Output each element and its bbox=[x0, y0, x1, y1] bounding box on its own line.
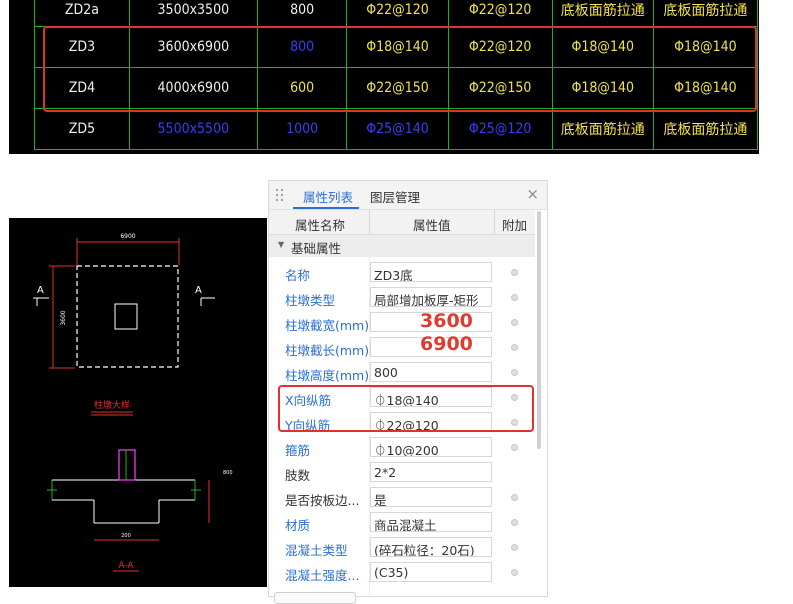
annotation-length-value: 6900 bbox=[420, 333, 473, 355]
property-value-input[interactable]: ZD3底 bbox=[370, 262, 492, 282]
table-cell: 底板面筋拉通 bbox=[551, 108, 654, 150]
table-cell: 3500x3500 bbox=[128, 0, 258, 27]
table-cell: 底板面筋拉通 bbox=[652, 108, 759, 150]
dim-top-label: 6900 bbox=[120, 233, 135, 240]
panel-tab-bar: 属性列表 图层管理 × bbox=[269, 181, 547, 210]
header-name: 属性名称 bbox=[295, 218, 346, 233]
section-title: A-A bbox=[118, 561, 134, 571]
section-mark-a-left: A bbox=[37, 285, 44, 296]
property-value-input[interactable]: (C35) bbox=[370, 562, 492, 582]
property-name: 材质 bbox=[285, 518, 311, 533]
extra-checkbox[interactable] bbox=[511, 494, 518, 501]
tab-layers[interactable]: 图层管理 bbox=[370, 187, 420, 206]
table-cell: ZD2a bbox=[34, 0, 130, 27]
extra-checkbox[interactable] bbox=[511, 319, 518, 326]
extra-checkbox[interactable] bbox=[511, 544, 518, 551]
cad-table-view: ZD2a 3500x3500 800 Φ22@120 Φ22@120 底板面筋拉… bbox=[9, 0, 759, 154]
property-value-input[interactable]: (碎石粒径：20石) bbox=[370, 537, 492, 557]
extra-checkbox[interactable] bbox=[511, 269, 518, 276]
section-mark-a-right: A bbox=[195, 285, 202, 296]
property-row: 柱墩高度(mm) 800 bbox=[269, 360, 535, 385]
dim-bottom-label: 200 bbox=[121, 533, 131, 539]
extra-checkbox[interactable] bbox=[511, 369, 518, 376]
property-row: 肢数 2*2 bbox=[269, 460, 535, 485]
extra-checkbox[interactable] bbox=[511, 519, 518, 526]
active-tab-indicator bbox=[293, 207, 359, 209]
extra-checkbox[interactable] bbox=[511, 444, 518, 451]
footer-button[interactable] bbox=[274, 592, 356, 604]
cad-detail-drawing: 6900 3600 A A 柱墩大样 800 200 A-A bbox=[9, 218, 267, 587]
header-extra: 附加 bbox=[502, 218, 528, 233]
property-name: 是否按板边... bbox=[285, 493, 360, 508]
property-name: 混凝土强度... bbox=[285, 568, 360, 583]
property-table-header: 属性名称 属性值 附加 bbox=[269, 210, 535, 235]
property-value-input[interactable]: 商品混凝土 bbox=[370, 512, 492, 532]
dim-right-label: 800 bbox=[223, 470, 233, 476]
property-name: 柱墩截长(mm) bbox=[285, 343, 370, 358]
property-value-input[interactable]: 局部增加板厚-矩形 bbox=[370, 287, 492, 307]
extra-checkbox[interactable] bbox=[511, 344, 518, 351]
table-cell: Φ25@120 bbox=[447, 108, 553, 150]
property-name: 名称 bbox=[285, 268, 311, 283]
property-group-basic[interactable]: ▼ 基础属性 bbox=[269, 235, 535, 257]
extra-checkbox[interactable] bbox=[511, 294, 518, 301]
header-value: 属性值 bbox=[413, 218, 451, 233]
property-row: 材质 商品混凝土 bbox=[269, 510, 535, 535]
table-cell: Φ25@140 bbox=[346, 108, 449, 150]
plan-title: 柱墩大样 bbox=[94, 399, 130, 411]
collapse-triangle-icon[interactable]: ▼ bbox=[278, 240, 284, 249]
property-value-input[interactable]: ⏀10@200 bbox=[370, 437, 492, 457]
property-row: 柱墩类型 局部增加板厚-矩形 bbox=[269, 285, 535, 310]
property-name: 柱墩类型 bbox=[285, 293, 336, 308]
property-row: 混凝土强度... (C35) bbox=[269, 560, 535, 585]
dim-left-label: 3600 bbox=[60, 310, 67, 325]
extra-checkbox[interactable] bbox=[511, 569, 518, 576]
table-row: ZD2a 3500x3500 800 Φ22@120 Φ22@120 底板面筋拉… bbox=[34, 0, 759, 27]
highlight-box-rebar bbox=[278, 385, 534, 432]
table-cell: 底板面筋拉通 bbox=[652, 0, 759, 27]
table-row: ZD5 5500x5500 1000 Φ25@140 Φ25@120 底板面筋拉… bbox=[34, 108, 759, 150]
property-row: 混凝土类型 (碎石粒径：20石) bbox=[269, 535, 535, 560]
table-cell: 5500x5500 bbox=[128, 108, 258, 150]
tab-properties[interactable]: 属性列表 bbox=[303, 187, 353, 206]
highlight-box-rows bbox=[43, 26, 757, 112]
property-name: 箍筋 bbox=[285, 443, 311, 458]
drag-handle-icon[interactable] bbox=[275, 187, 285, 203]
property-value-input[interactable]: 800 bbox=[370, 362, 492, 382]
table-cell: 1000 bbox=[256, 108, 348, 150]
table-cell: 底板面筋拉通 bbox=[551, 0, 654, 27]
detail-drawing-svg: 6900 3600 A A 柱墩大样 800 200 A-A bbox=[33, 233, 233, 572]
property-row: 柱墩截长(mm) bbox=[269, 335, 535, 360]
table-cell: Φ22@120 bbox=[447, 0, 553, 27]
property-name: 柱墩高度(mm) bbox=[285, 368, 370, 383]
annotation-width-value: 3600 bbox=[420, 310, 473, 332]
property-row: 箍筋 ⏀10@200 bbox=[269, 435, 535, 460]
property-row: 是否按板边... 是 bbox=[269, 485, 535, 510]
property-name: 混凝土类型 bbox=[285, 543, 348, 558]
property-name: 柱墩截宽(mm) bbox=[285, 318, 370, 333]
property-value-input[interactable]: 是 bbox=[370, 487, 492, 507]
group-label: 基础属性 bbox=[291, 241, 342, 256]
panel-scrollbar[interactable] bbox=[537, 211, 541, 449]
property-row: 名称 ZD3底 bbox=[269, 260, 535, 285]
table-cell: Φ22@120 bbox=[346, 0, 449, 27]
property-row: 柱墩截宽(mm) bbox=[269, 310, 535, 335]
close-icon[interactable]: × bbox=[526, 185, 539, 203]
property-name: 肢数 bbox=[285, 468, 311, 483]
property-value-input[interactable]: 2*2 bbox=[370, 462, 492, 482]
table-cell: 800 bbox=[256, 0, 348, 27]
table-cell: ZD5 bbox=[34, 108, 130, 150]
